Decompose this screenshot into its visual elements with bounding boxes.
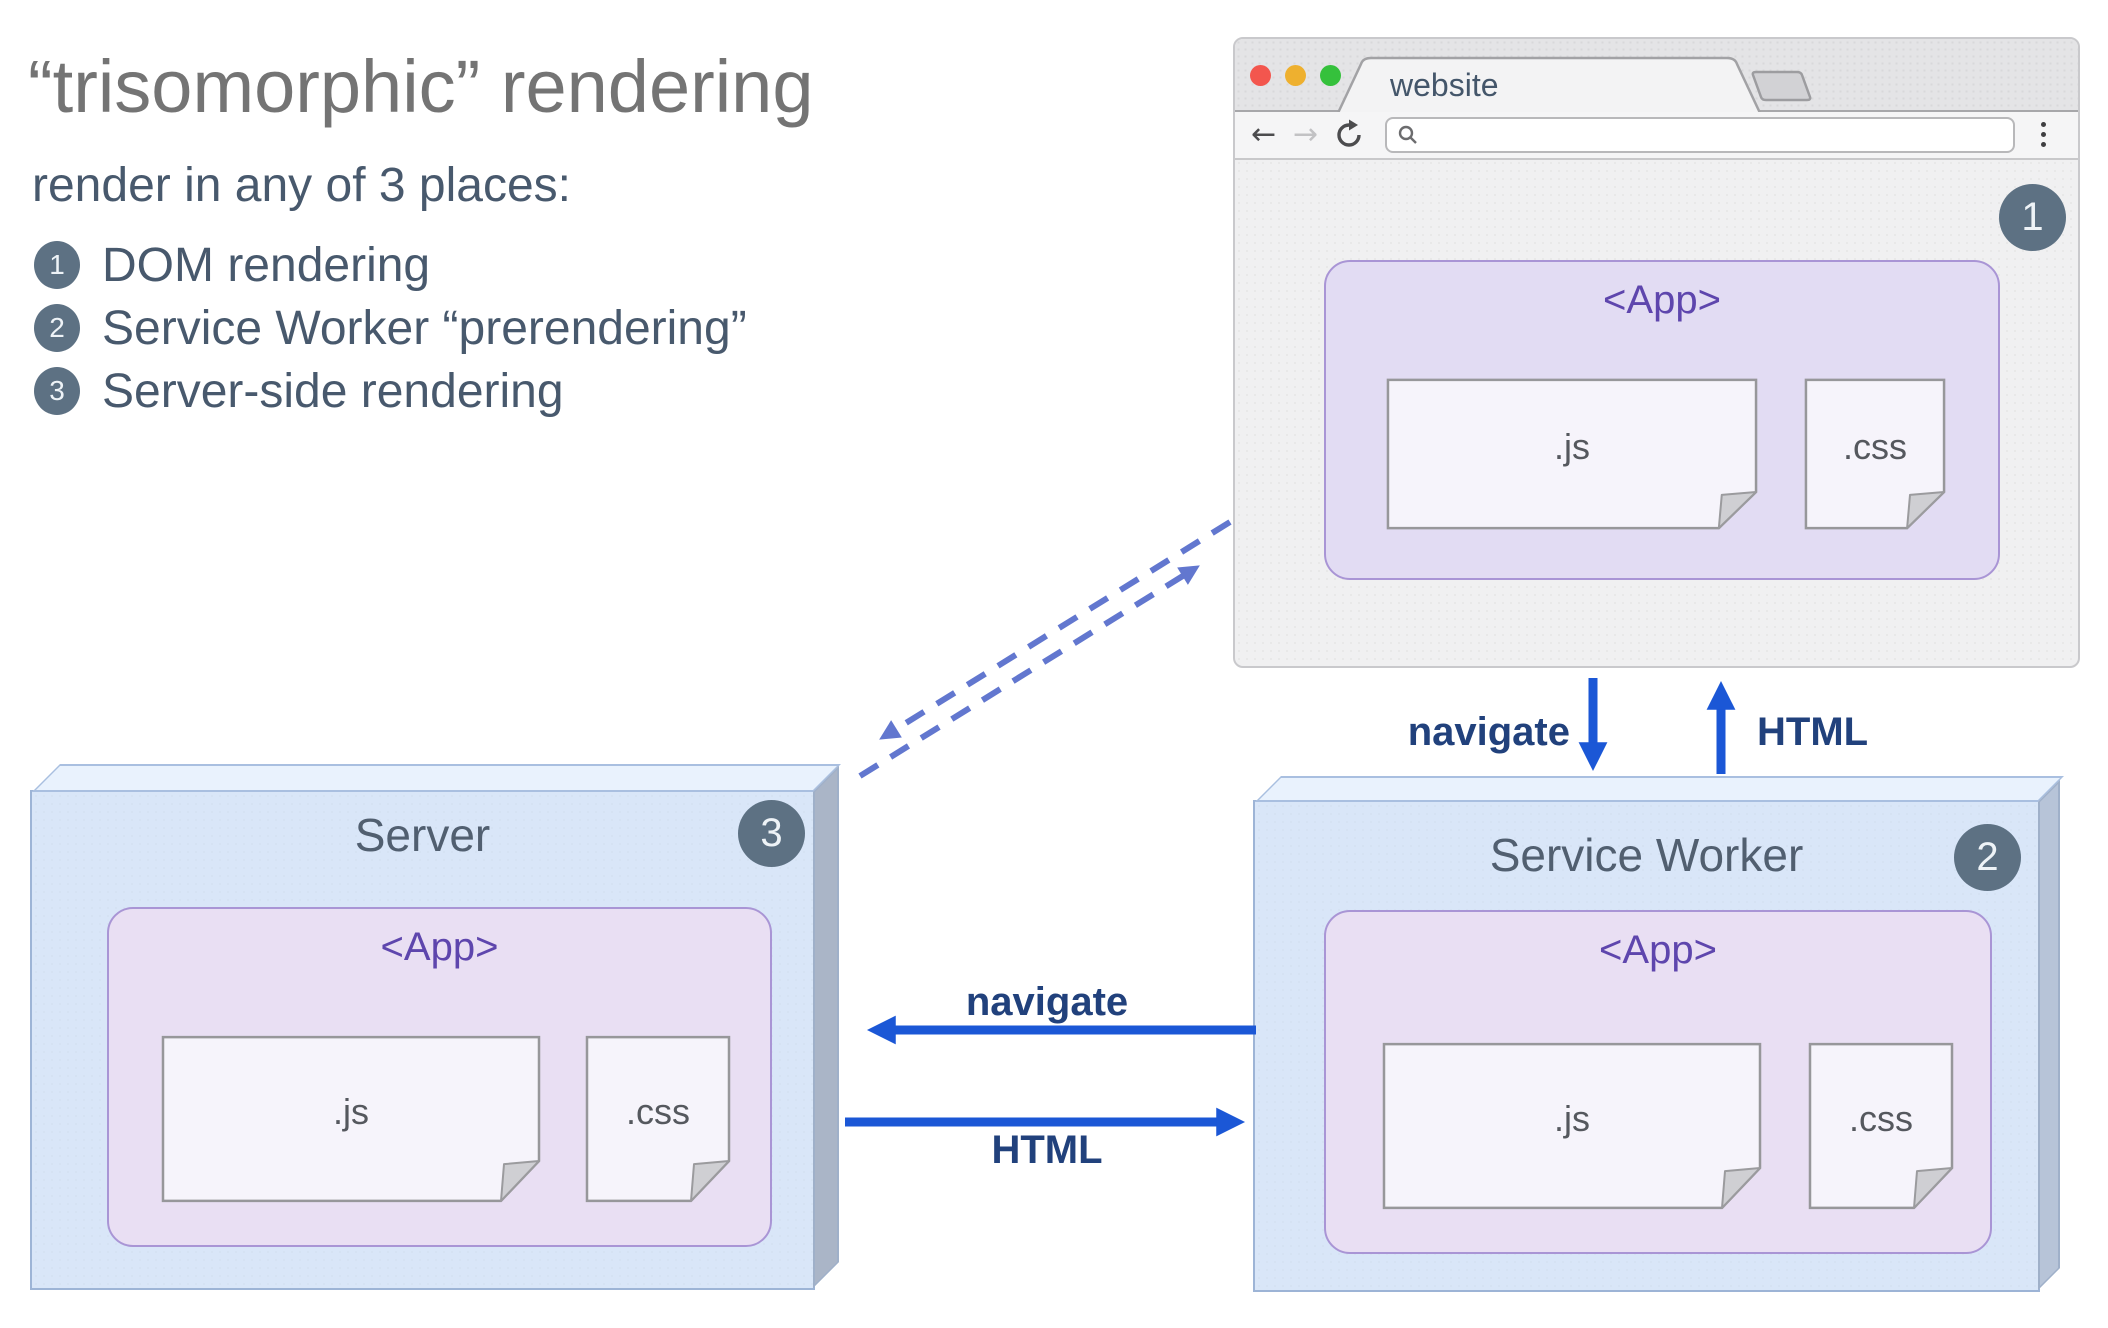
slide-canvas: “trisomorphic” rendering render in any o… [0, 0, 2108, 1328]
js-file: .js [1382, 1042, 1762, 1210]
navigate-label-vertical: navigate [1407, 710, 1570, 754]
legend-label-2: Service Worker “prerendering” [102, 301, 747, 355]
legend-label-3: Server-side rendering [102, 364, 564, 418]
js-file: .js [161, 1035, 541, 1203]
page-subtitle: render in any of 3 places: [32, 159, 571, 212]
css-file-label: .css [1842, 426, 1907, 467]
css-file-label: .css [625, 1091, 690, 1132]
legend-label-1: DOM rendering [102, 238, 431, 292]
legend-badge-1: 1 [34, 241, 80, 289]
legend-badge-2: 2 [34, 304, 80, 352]
js-file-label: .js [1554, 426, 1590, 467]
js-file-label: .js [333, 1091, 369, 1132]
browser-app-title: <App> [1603, 278, 1721, 322]
browser-window: website ← → 1 <App> .js .css [1233, 37, 2080, 668]
server-app-box: <App> .js .css [107, 907, 772, 1247]
server-box: Server 3 <App> .js .css [30, 764, 841, 1290]
legend-item-server-side: 3 Server-side rendering [34, 365, 564, 418]
server-box-right-face [813, 766, 839, 1288]
css-file: .css [1808, 1042, 1954, 1210]
browser-app-box: <App> .js .css [1324, 260, 2000, 580]
css-file-label: .css [1848, 1098, 1913, 1139]
badge-2: 2 [1954, 824, 2021, 891]
dashed-arrow-to-server [879, 519, 1232, 740]
css-file: .css [585, 1035, 731, 1203]
traffic-light-red-icon[interactable] [1250, 65, 1271, 86]
tab-title: website [1390, 67, 1499, 103]
traffic-light-green-icon[interactable] [1320, 65, 1341, 86]
traffic-light-yellow-icon[interactable] [1285, 65, 1306, 86]
server-title: Server [354, 809, 491, 861]
server-app-title: <App> [380, 925, 499, 969]
service-worker-box: Service Worker 2 <App> .js .css [1253, 776, 2064, 1292]
js-file: .js [1386, 378, 1758, 530]
css-file: .css [1804, 378, 1946, 530]
service-worker-box-right-face [2038, 780, 2060, 1290]
browser-toolbar: ← → [1235, 112, 2078, 160]
address-bar[interactable] [1385, 117, 2015, 153]
refresh-icon[interactable] [1333, 119, 1365, 151]
back-icon[interactable]: ← [1251, 117, 1276, 152]
service-worker-app-box: <App> .js .css [1324, 910, 1992, 1254]
badge-1: 1 [1999, 184, 2066, 251]
service-worker-box-top-face [1255, 776, 2064, 802]
service-worker-app-title: <App> [1599, 928, 1717, 972]
legend-badge-3: 3 [34, 367, 80, 415]
js-file-label: .js [1554, 1098, 1590, 1139]
service-worker-title: Service Worker [1489, 829, 1804, 881]
badge-3: 3 [738, 800, 805, 867]
legend-item-dom: 1 DOM rendering [34, 239, 430, 292]
page-title: “trisomorphic” rendering [28, 45, 814, 128]
dashed-arrow-to-browser [858, 565, 1200, 779]
server-box-top-face [32, 764, 841, 792]
legend-item-service-worker: 2 Service Worker “prerendering” [34, 302, 747, 355]
html-label-vertical: HTML [1757, 710, 1869, 754]
navigate-label-horizontal: navigate [965, 980, 1129, 1024]
forward-icon[interactable]: → [1293, 117, 1318, 152]
html-label-horizontal: HTML [991, 1128, 1103, 1172]
menu-dots-icon[interactable] [2041, 122, 2047, 147]
search-icon [1398, 125, 1417, 144]
